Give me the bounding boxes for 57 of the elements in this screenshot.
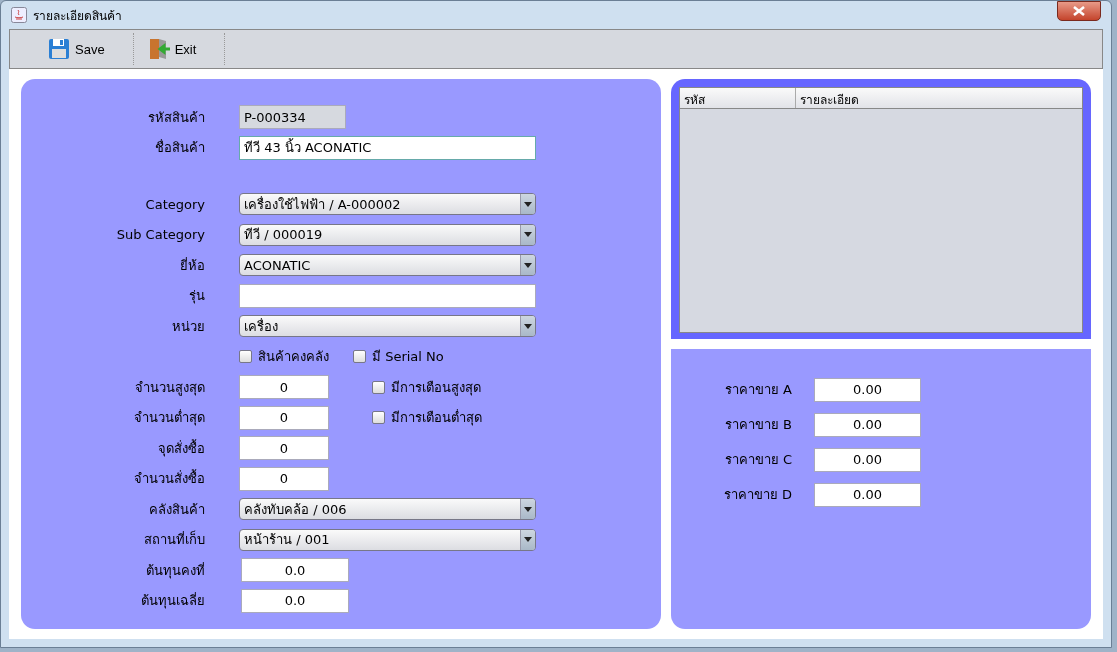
dropdown[interactable]: ทีวี / 000019 (239, 223, 536, 246)
field-label: หน่วย (171, 317, 206, 336)
price-field[interactable]: 0.00 (814, 412, 921, 437)
checkbox[interactable]: มีการเตือนต่ำสุด (372, 407, 482, 429)
caret-icon (524, 201, 532, 207)
price-field[interactable]: 0.00 (814, 482, 921, 507)
price-label: ราคาขาย A (723, 381, 793, 399)
text-field[interactable]: ทีวี 43 นิ้ว ACONATIC (239, 135, 536, 160)
caret-icon (524, 262, 532, 268)
field-label: สถานที่เก็บ (143, 529, 206, 550)
field-label: จำนวนสั่งซื้อ (133, 468, 206, 489)
field-label: ต้นทุนคงที่ (145, 561, 206, 581)
door-arrow-icon (147, 38, 170, 60)
exit-button[interactable]: Exit (133, 33, 226, 65)
caret-icon (524, 506, 532, 512)
field-label: จำนวนสูงสุด (134, 378, 206, 398)
field-label: ชื่อสินค้า (154, 138, 206, 158)
field-label: คลังสินค้า (148, 500, 206, 519)
checkbox[interactable]: สินค้าคงคลัง (239, 346, 329, 368)
text-field[interactable]: P-000334 (239, 105, 346, 130)
field-label: ต้นทุนเฉลี่ย (140, 591, 206, 611)
close-button[interactable] (1057, 1, 1101, 21)
dropdown[interactable]: หน้าร้าน / 001 (239, 528, 536, 551)
dropdown[interactable]: เครื่อง (239, 315, 536, 338)
price-field[interactable]: 0.00 (814, 447, 921, 472)
number-field[interactable]: 0 (239, 436, 329, 461)
number-field[interactable]: 0.0 (241, 588, 349, 613)
close-icon (1072, 6, 1086, 16)
price-label: ราคาขาย B (723, 416, 793, 434)
caret-icon (524, 537, 532, 543)
field-label: จำนวนต่ำสุด (133, 408, 206, 428)
checkbox[interactable]: มีการเตือนสูงสุด (372, 376, 481, 398)
number-field[interactable]: 0.0 (241, 558, 349, 583)
number-field[interactable]: 0 (239, 375, 329, 400)
price-label: ราคาขาย D (722, 486, 793, 504)
number-field[interactable]: 0 (239, 405, 329, 430)
field-label: จุดสั่งซื้อ (157, 438, 206, 459)
field-label: Category (144, 196, 206, 212)
save-button[interactable]: Save (34, 33, 134, 65)
app-icon (11, 7, 27, 23)
field-label: รหัสสินค้า (147, 108, 206, 127)
price-label: ราคาขาย C (723, 451, 793, 469)
price-field[interactable]: 0.00 (814, 377, 921, 402)
field-label: รุ่น (188, 287, 206, 306)
text-field[interactable] (239, 283, 536, 308)
dropdown[interactable]: เครื่องใช้ไฟฟ้า / A-000002 (239, 193, 536, 216)
caret-icon (524, 323, 532, 329)
column-header[interactable]: รหัส (680, 88, 796, 108)
checkbox[interactable]: มี Serial No (353, 346, 444, 368)
field-label: ยี่ห้อ (179, 256, 206, 275)
window-title: รายละเอียดสินค้า (33, 7, 123, 25)
caret-icon (524, 232, 532, 238)
number-field[interactable]: 0 (239, 466, 329, 491)
dropdown[interactable]: ACONATIC (239, 254, 536, 277)
field-label: Sub Category (115, 227, 206, 243)
column-header[interactable]: รายละเอียด (796, 88, 1082, 108)
dropdown[interactable]: คลังทับคล้อ / 006 (239, 498, 536, 521)
